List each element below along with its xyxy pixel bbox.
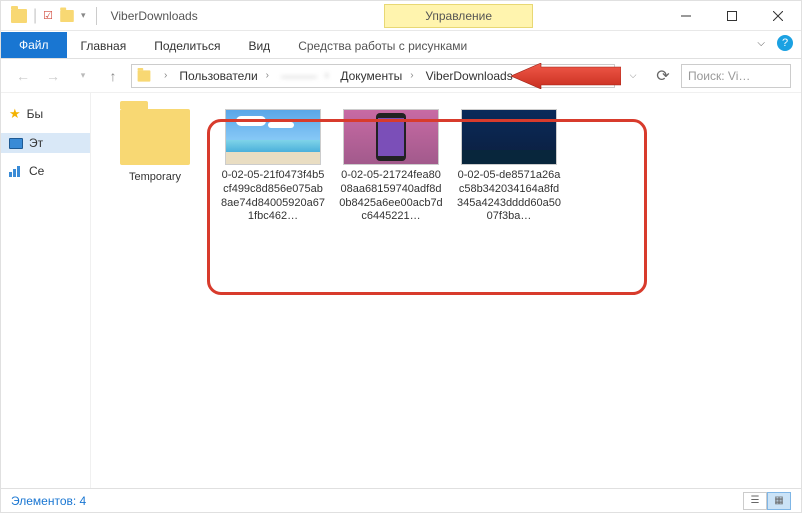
item-label: 0-02-05-de8571a26ac58b342034164a8fd345a4… — [455, 169, 563, 224]
folder-icon — [138, 70, 151, 81]
tab-file[interactable]: Файл — [1, 32, 67, 58]
image-item[interactable]: 0-02-05-21f0473f4b5cf499c8d856e075ab8ae7… — [219, 109, 327, 224]
nav-forward-button[interactable]: → — [41, 64, 65, 88]
title-bar: | ☑ ▾ ViberDownloads Управление — [1, 1, 801, 31]
view-largeicons-button[interactable]: ▦ — [767, 492, 791, 510]
close-button[interactable] — [755, 1, 801, 31]
annotation-arrow-icon — [511, 63, 621, 89]
ribbon-tabs: Файл Главная Поделиться Вид Средства раб… — [1, 31, 801, 59]
view-details-button[interactable]: ☰ — [743, 492, 767, 510]
nav-back-button[interactable]: ← — [11, 64, 35, 88]
folder-icon — [11, 9, 27, 23]
status-bar: Элементов: 4 ☰ ▦ — [1, 488, 801, 512]
qat-dropdown-icon[interactable]: ▾ — [81, 10, 86, 21]
window-title: ViberDownloads — [107, 9, 198, 23]
content-pane[interactable]: Temporary 0-02-05-21f0473f4b5cf499c8d856… — [91, 93, 801, 488]
item-label: 0-02-05-21724fea8008aa68159740adf8d0b842… — [337, 169, 445, 224]
breadcrumb-dropdown-icon[interactable]: ⌵ — [621, 64, 645, 88]
image-item[interactable]: 0-02-05-de8571a26ac58b342034164a8fd345a4… — [455, 109, 563, 224]
tab-home[interactable]: Главная — [67, 33, 141, 58]
item-label: Temporary — [127, 171, 183, 185]
ribbon-collapse-icon[interactable]: ⌵ — [757, 38, 765, 49]
folder-icon — [120, 109, 190, 165]
image-thumbnail — [461, 109, 557, 165]
pc-icon — [9, 138, 23, 149]
crumb-users: Пользователи› — [173, 69, 275, 83]
contextual-tab-group[interactable]: Управление — [384, 4, 533, 28]
sidebar-item-network[interactable]: Се — [1, 161, 90, 181]
tab-picture-tools[interactable]: Средства работы с рисунками — [284, 33, 481, 58]
address-bar-row: ← → ▾ ↑ › Пользователи› ———› Документы› … — [1, 59, 801, 93]
nav-up-button[interactable]: ↑ — [101, 64, 125, 88]
maximize-button[interactable] — [709, 1, 755, 31]
minimize-button[interactable] — [663, 1, 709, 31]
sidebar-item-quickaccess[interactable]: ★ Бы — [1, 103, 90, 125]
navigation-pane[interactable]: ★ Бы Эт Се — [1, 93, 91, 488]
item-count: Элементов: 4 — [11, 494, 86, 508]
star-icon: ★ — [9, 106, 21, 122]
crumb-current: ViberDownloads — [420, 69, 519, 83]
qat-separator: | — [33, 7, 37, 25]
separator — [96, 7, 97, 25]
sidebar-item-thispc[interactable]: Эт — [1, 133, 90, 153]
folder-icon — [60, 10, 74, 22]
refresh-button[interactable]: ⟳ — [651, 64, 675, 88]
qat-checkbox-icon[interactable]: ☑ — [43, 9, 53, 22]
search-placeholder: Поиск: Vi… — [688, 69, 750, 83]
tab-share[interactable]: Поделиться — [140, 33, 234, 58]
network-icon — [9, 165, 23, 177]
image-thumbnail — [225, 109, 321, 165]
nav-recent-icon[interactable]: ▾ — [71, 64, 95, 88]
item-label: 0-02-05-21f0473f4b5cf499c8d856e075ab8ae7… — [219, 169, 327, 224]
image-thumbnail — [343, 109, 439, 165]
image-item[interactable]: 0-02-05-21724fea8008aa68159740adf8d0b842… — [337, 109, 445, 224]
crumb-documents: Документы› — [334, 69, 419, 83]
search-input[interactable]: Поиск: Vi… — [681, 64, 791, 88]
crumb-username-blurred: ———› — [275, 69, 334, 83]
tab-view[interactable]: Вид — [234, 33, 284, 58]
folder-item[interactable]: Temporary — [101, 109, 209, 185]
help-icon[interactable]: ? — [777, 35, 793, 51]
